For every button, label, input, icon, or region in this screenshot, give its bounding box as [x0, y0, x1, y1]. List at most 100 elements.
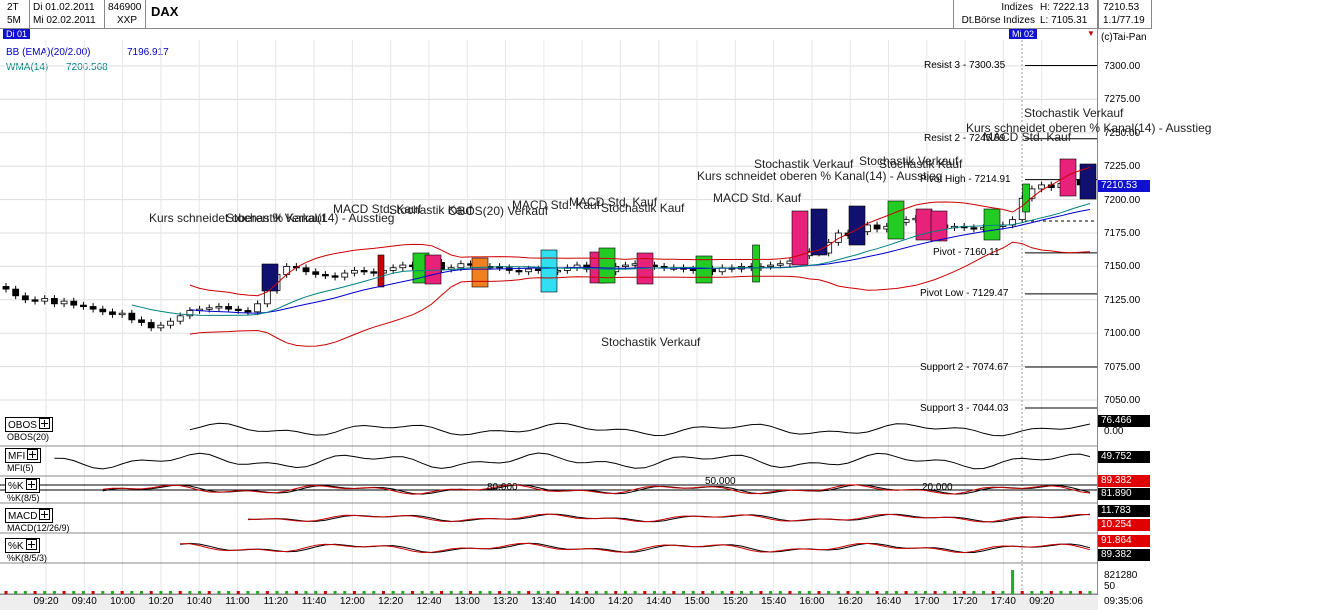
candle-body — [168, 321, 174, 325]
signal-label: Kurs schneidet oberen % Kanal(14) - Auss… — [966, 122, 1211, 134]
signal-label: Kurs schneidet oberen % Kanal(14) - Auss… — [697, 170, 942, 182]
signal-label: Stochastik Verkauf — [226, 212, 325, 224]
macd-label: MACD — [8, 511, 37, 522]
x-tick: 11:20 — [261, 596, 291, 608]
obos-pane-button[interactable]: OBOS — [5, 417, 53, 432]
signal-box — [888, 201, 904, 239]
stoch-level-50: 50.000 — [705, 476, 736, 487]
chart-canvas[interactable] — [0, 0, 1098, 609]
stoch2-value-a-tag: 91.864 — [1098, 535, 1150, 547]
indicator-line — [54, 453, 1090, 469]
candle-body — [322, 274, 328, 276]
pivot-low-label: Pivot Low - 7129.47 — [920, 289, 1008, 299]
candle-body — [216, 306, 222, 308]
y-tick: 7150.00 — [1104, 262, 1140, 272]
y-tick: 7100.00 — [1104, 329, 1140, 339]
stoch-level-80: 80.000 — [487, 482, 518, 493]
signal-label: Stochastik Kauf — [879, 158, 962, 170]
x-tick: 16:00 — [797, 596, 827, 608]
candle-body — [303, 268, 309, 272]
candle-body — [206, 308, 212, 310]
macd-pane-button[interactable]: MACD — [5, 508, 53, 523]
stoch1-sub-label: %K(8/5) — [7, 494, 40, 503]
candle-body — [255, 304, 261, 312]
x-tick: 14:20 — [605, 596, 635, 608]
candle-body — [516, 270, 522, 272]
signal-box — [984, 209, 1000, 240]
signal-box — [931, 211, 947, 241]
candle-body — [400, 265, 406, 268]
signal-label: Stochastik Verkauf — [601, 336, 700, 348]
indicator-line — [190, 423, 1090, 436]
mfi-sub-label: MFI(5) — [7, 464, 34, 473]
signal-label: Stochastik Kauf — [601, 202, 684, 214]
y-tick: 7275.00 — [1104, 95, 1140, 105]
mfi-pane-button[interactable]: MFI — [5, 448, 41, 463]
plus-icon[interactable] — [27, 449, 38, 460]
candle-body — [158, 325, 164, 328]
candle-body — [458, 264, 464, 268]
candle-body — [361, 270, 367, 272]
stoch2-pane-button[interactable]: %K — [5, 538, 40, 553]
signal-box — [425, 255, 441, 284]
stoch1-value-b-tag: 81.890 — [1098, 488, 1150, 500]
x-tick: 15:40 — [759, 596, 789, 608]
x-tick: 10:40 — [184, 596, 214, 608]
plus-icon[interactable] — [39, 418, 50, 429]
x-tick: 14:40 — [644, 596, 674, 608]
stoch2-sub-label: %K(8/5/3) — [7, 554, 47, 563]
x-tick: 10:20 — [146, 596, 176, 608]
x-tick: 11:00 — [222, 596, 252, 608]
candle-body — [313, 272, 319, 275]
x-tick: 10:00 — [108, 596, 138, 608]
candle-body — [351, 270, 357, 273]
obos-sub-label: OBOS(20) — [7, 433, 49, 442]
candle-body — [622, 265, 628, 267]
candle-body — [690, 269, 696, 271]
candle-body — [371, 272, 377, 274]
signal-box — [1060, 159, 1076, 196]
plus-icon[interactable] — [26, 539, 37, 550]
clock: 09:35:06 — [1104, 596, 1143, 607]
plus-icon[interactable] — [26, 479, 37, 490]
y-tick: 7125.00 — [1104, 296, 1140, 306]
signal-label: Stochastik Verkauf — [1024, 107, 1123, 119]
mfi-label: MFI — [8, 451, 25, 462]
candle-body — [342, 273, 348, 277]
obos-zero: 0.00 — [1104, 426, 1123, 438]
candle-body — [61, 301, 67, 304]
signal-label: MACD Std. Kauf — [713, 192, 801, 204]
y-tick: 7175.00 — [1104, 229, 1140, 239]
y-tick: 7200.00 — [1104, 196, 1140, 206]
support-3-label: Support 3 - 7044.03 — [920, 404, 1008, 414]
y-tick: 7050.00 — [1104, 396, 1140, 406]
volume-value-2: 50 — [1104, 581, 1115, 593]
plus-icon[interactable] — [39, 509, 50, 520]
candle-body — [535, 269, 541, 271]
candle-body — [226, 306, 232, 309]
macd-value-a-tag: 11.783 — [1098, 505, 1150, 517]
candle-body — [90, 306, 96, 309]
candle-body — [22, 296, 28, 300]
candle-body — [119, 313, 125, 315]
y-tick: 7300.00 — [1104, 62, 1140, 72]
x-tick: 17:00 — [912, 596, 942, 608]
volume-bar — [1011, 570, 1014, 594]
x-tick: 12:00 — [337, 596, 367, 608]
candle-body — [148, 323, 154, 328]
x-tick: 13:00 — [452, 596, 482, 608]
candle-body — [526, 269, 532, 272]
stoch2-value-b-tag: 89.382 — [1098, 549, 1150, 561]
signal-box — [472, 258, 488, 287]
signal-box — [378, 255, 384, 287]
candle-body — [100, 309, 106, 312]
x-tick: 14:00 — [567, 596, 597, 608]
pivot-label: Pivot - 7160.11 — [933, 248, 1000, 258]
x-tick: 16:40 — [874, 596, 904, 608]
last-change-cell: 7210.53 1.1/77.19 — [1099, 0, 1152, 29]
stoch1-pane-button[interactable]: %K — [5, 478, 40, 493]
y-tick: 7225.00 — [1104, 162, 1140, 172]
candle-body — [71, 301, 77, 305]
signal-box — [1023, 184, 1030, 212]
stoch2-label: %K — [8, 541, 24, 552]
